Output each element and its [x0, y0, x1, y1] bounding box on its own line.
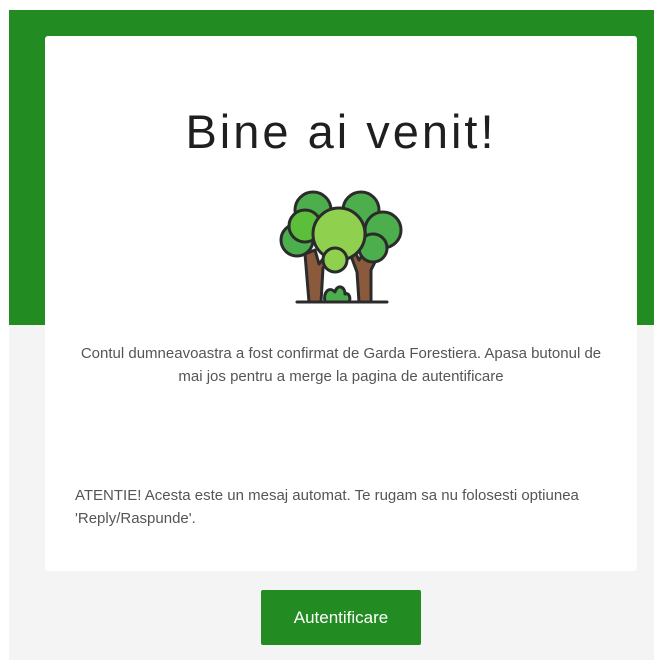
automated-warning: ATENTIE! Acesta este un mesaj automat. T… — [75, 487, 579, 527]
page-title: Bine ai venit! — [185, 105, 497, 158]
login-button[interactable]: Autentificare — [261, 590, 421, 645]
confirmation-message: Contul dumneavoastra a fost confirmat de… — [80, 345, 602, 385]
trees-icon — [279, 190, 403, 304]
email-frame: Bine ai venit! Contul dumneavoastra a fo… — [9, 10, 654, 660]
email-card: Bine ai venit! Contul dumneavoastra a fo… — [45, 36, 637, 571]
